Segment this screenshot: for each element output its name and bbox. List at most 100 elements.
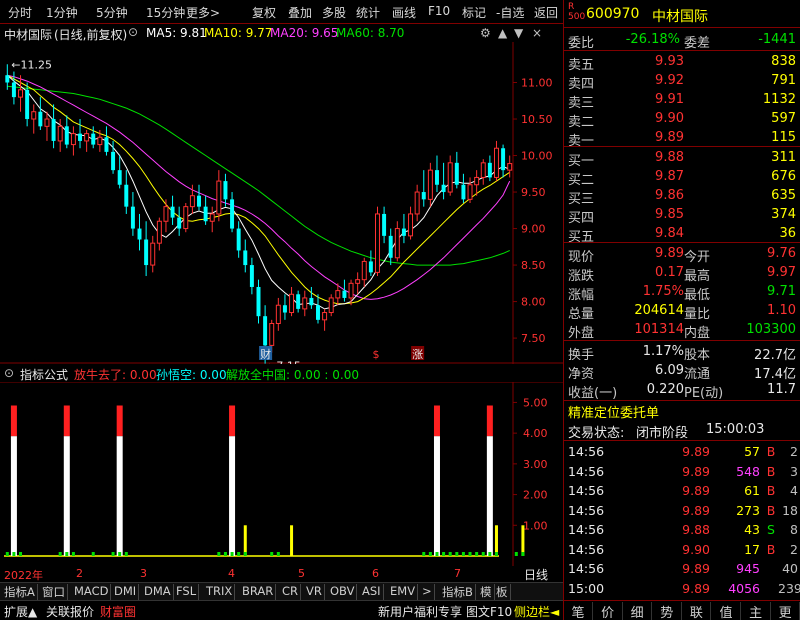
- chevron-down-icon[interactable]: ⊙: [4, 366, 14, 380]
- precise-order-label[interactable]: 精准定位委托单: [568, 402, 659, 421]
- quote-tab[interactable]: 更: [771, 602, 800, 620]
- tab-vr[interactable]: VR: [304, 584, 325, 600]
- event-marker[interactable]: $: [372, 348, 379, 361]
- green-tick: [442, 552, 446, 556]
- quote-tab[interactable]: 联: [682, 602, 712, 620]
- draw-line-button[interactable]: 画线: [392, 4, 416, 21]
- tick-row: 14:56 9.89 945 40: [564, 559, 800, 579]
- tab-obv[interactable]: OBV: [328, 584, 358, 600]
- tab-window[interactable]: 窗口: [40, 584, 68, 600]
- tab-template[interactable]: 模: [478, 584, 495, 600]
- quote-tab[interactable]: 细: [623, 602, 653, 620]
- tab-fsl[interactable]: FSL: [174, 584, 200, 600]
- time-label: 4: [228, 567, 235, 580]
- ask-row[interactable]: 卖五 9.93 838: [564, 52, 800, 73]
- ask-row[interactable]: 卖四 9.92 791: [564, 71, 800, 92]
- ask-volume: 791: [771, 73, 796, 88]
- tab-dmi[interactable]: DMI: [112, 584, 140, 600]
- candle-body: [275, 304, 281, 324]
- candle-body: [289, 293, 295, 314]
- back-button[interactable]: 返回: [534, 4, 558, 21]
- new-user-button[interactable]: 新用户福利专享: [378, 603, 462, 620]
- candle-body: [137, 228, 142, 240]
- close-icon[interactable]: ×: [532, 26, 542, 40]
- ask-row[interactable]: 卖二 9.90 597: [564, 109, 800, 130]
- quote-tab[interactable]: 势: [653, 602, 682, 620]
- expand-button[interactable]: 扩展▲: [4, 603, 37, 620]
- indicator-header: ⊙ 指标公式 放牛去了: 0.00 孙悟空: 0.00 解放全中国: 0.00 …: [0, 364, 563, 382]
- tick-count: 4: [790, 483, 798, 498]
- candle-body: [501, 148, 506, 171]
- candle-body: [434, 170, 439, 185]
- tab-more[interactable]: 更多>: [186, 4, 220, 21]
- bid-row[interactable]: 买二 9.87 676: [564, 167, 800, 188]
- tab-board[interactable]: 板: [494, 584, 511, 600]
- bid-row[interactable]: 买一 9.88 311: [564, 148, 800, 169]
- candlestick-chart[interactable]: 11.00 10.50 10.00 9.50 9.00 8.50 8.00 7.50 ←11.2…: [0, 42, 563, 364]
- tab-1min[interactable]: 1分钟: [46, 4, 78, 21]
- tick-time: 14:56: [568, 561, 605, 576]
- green-tick: [237, 552, 241, 556]
- candle-body: [388, 235, 393, 258]
- fuquan-button[interactable]: 复权: [252, 4, 276, 21]
- quote-tab[interactable]: 值: [712, 602, 741, 620]
- quote-tab[interactable]: 笔: [564, 602, 593, 620]
- settings-icon[interactable]: ⚙: [480, 26, 491, 40]
- tab-fenshi[interactable]: 分时: [8, 4, 32, 21]
- ask-row[interactable]: 卖三 9.91 1132: [564, 90, 800, 111]
- precise-order-row[interactable]: 精准定位委托单: [564, 400, 800, 421]
- stat-value: 103300: [746, 322, 796, 337]
- mark-button[interactable]: 标记: [462, 4, 486, 21]
- tab-scroll-right[interactable]: >: [420, 584, 435, 600]
- tab-indicator-a[interactable]: 指标A: [2, 584, 38, 600]
- arrow-up-icon[interactable]: ▲: [498, 26, 507, 40]
- f10-button[interactable]: F10: [428, 4, 450, 18]
- f10-text-button[interactable]: 图文F10: [466, 603, 512, 620]
- bid-row[interactable]: 买五 9.84 36: [564, 224, 800, 245]
- candle-body: [507, 163, 513, 171]
- tick-price: 9.89: [682, 483, 710, 498]
- tab-5min[interactable]: 5分钟: [96, 4, 128, 21]
- green-tick: [243, 552, 247, 556]
- candle-body: [57, 125, 63, 142]
- quote-tab[interactable]: 价: [594, 602, 623, 620]
- bid-row[interactable]: 买四 9.85 374: [564, 205, 800, 226]
- tab-macd[interactable]: MACD: [72, 584, 112, 600]
- tab-emv[interactable]: EMV: [388, 584, 419, 600]
- tab-15min[interactable]: 15分钟: [146, 4, 185, 21]
- tick-price: 9.89: [682, 502, 710, 518]
- event-marker[interactable]: 财: [260, 347, 271, 361]
- multi-stock-button[interactable]: 多股: [322, 4, 346, 21]
- event-marker[interactable]: 涨: [412, 348, 423, 361]
- signal-bar-top: [229, 405, 236, 437]
- quote-tab[interactable]: 主: [742, 602, 771, 620]
- candle-body: [44, 118, 50, 127]
- ask-volume: 597: [771, 111, 796, 126]
- bid-price: 9.87: [655, 169, 684, 184]
- indicator-name[interactable]: 指标公式: [20, 366, 68, 383]
- candle-body: [84, 133, 90, 142]
- overlay-button[interactable]: 叠加: [288, 4, 312, 21]
- stats-button[interactable]: 统计: [356, 4, 380, 21]
- tab-trix[interactable]: TRIX: [204, 584, 236, 600]
- related-quote-button[interactable]: 关联报价: [46, 603, 94, 620]
- chevron-down-icon[interactable]: ⊙: [128, 25, 138, 39]
- self-select-button[interactable]: -自选: [496, 4, 524, 21]
- tab-brar[interactable]: BRAR: [240, 584, 277, 600]
- indicator-chart[interactable]: 5.00 4.00 3.00 2.00 1.00: [0, 382, 563, 566]
- candle-body: [51, 119, 56, 141]
- tab-cr[interactable]: CR: [280, 584, 302, 600]
- green-tick: [488, 552, 492, 556]
- bid-row[interactable]: 买三 9.86 635: [564, 186, 800, 207]
- sidebar-toggle-button[interactable]: 侧边栏◄: [514, 603, 559, 620]
- tab-dma[interactable]: DMA: [142, 584, 174, 600]
- tab-asi[interactable]: ASI: [360, 584, 384, 600]
- ask-row[interactable]: 卖一 9.89 115: [564, 128, 800, 149]
- candle-body: [163, 206, 169, 222]
- green-tick: [12, 552, 16, 556]
- tab-indicator-b[interactable]: 指标B: [440, 584, 476, 600]
- arrow-down-icon[interactable]: ▼: [514, 26, 523, 40]
- trade-state-row: 交易状态: 闭市阶段 15:00:03: [564, 420, 800, 441]
- wealth-circle-button[interactable]: 财富圈: [100, 603, 136, 620]
- weibi-label: 委比: [568, 36, 595, 51]
